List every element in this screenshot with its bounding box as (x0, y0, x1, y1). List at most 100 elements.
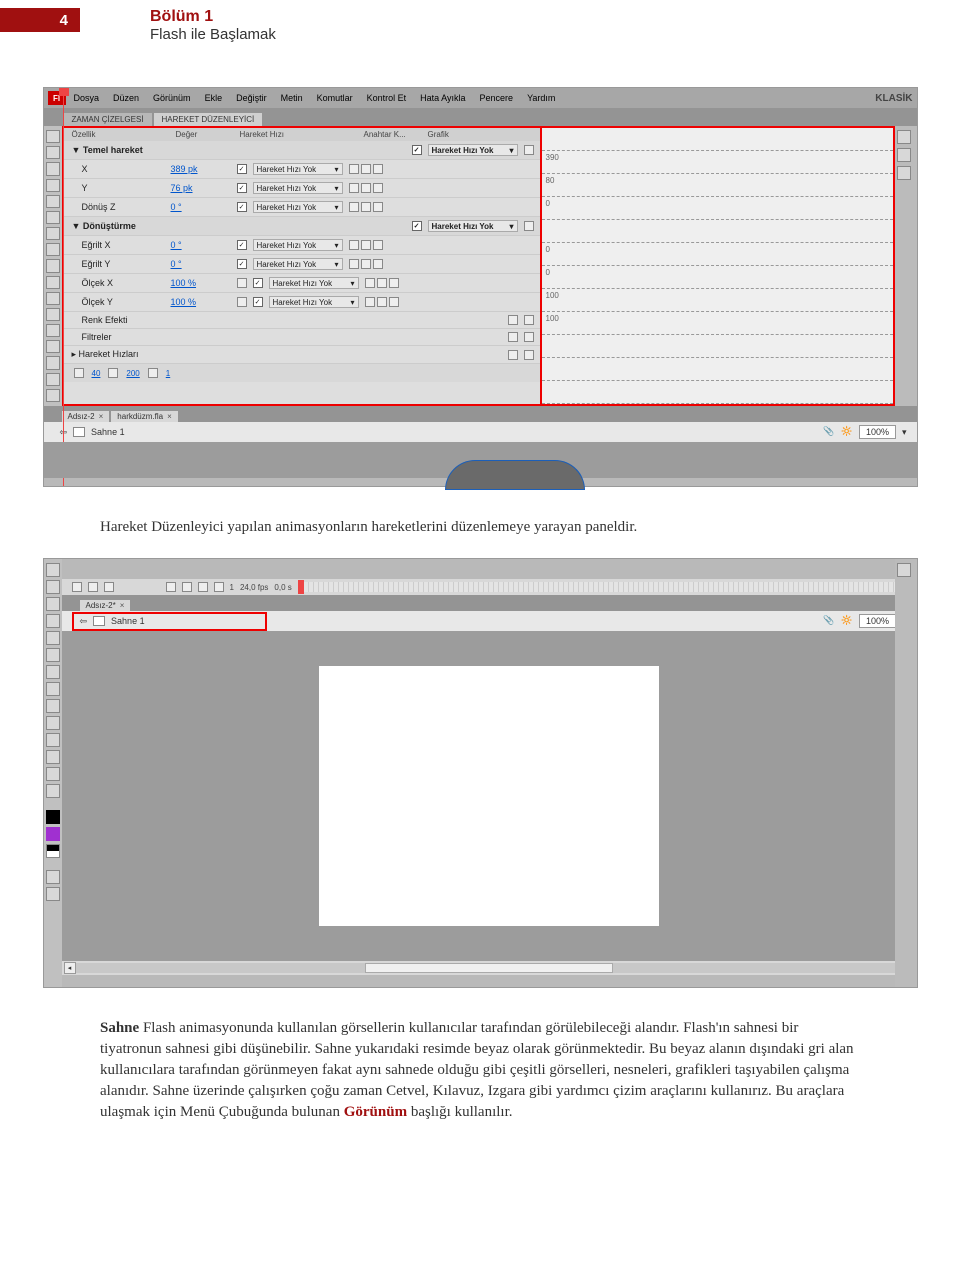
ease-dropdown[interactable]: Hareket Hızı Yok▾ (428, 144, 518, 156)
add-key-icon[interactable] (377, 297, 387, 307)
eraser-tool-icon[interactable] (46, 750, 60, 764)
next-key-icon[interactable] (373, 240, 383, 250)
checkbox-icon[interactable]: ✓ (253, 278, 263, 288)
checkbox-icon[interactable]: ✓ (412, 221, 422, 231)
text-tool-icon[interactable] (46, 597, 60, 611)
prev-key-icon[interactable] (365, 278, 375, 288)
tab-timeline[interactable]: ZAMAN ÇİZELGESİ (64, 113, 152, 126)
prev-key-icon[interactable] (349, 240, 359, 250)
menu-insert[interactable]: Ekle (199, 91, 229, 105)
playhead-icon[interactable] (59, 88, 63, 486)
value-y[interactable]: 76 pk (171, 183, 231, 193)
lasso-tool-icon[interactable] (46, 179, 60, 192)
graph-row-skewx[interactable]: 0 (542, 243, 893, 266)
value-skewx[interactable]: 0 ° (171, 240, 231, 250)
ease-dropdown[interactable]: Hareket Hızı Yok▾ (428, 220, 518, 232)
eyedropper-tool-icon[interactable] (46, 340, 60, 353)
checkbox-icon[interactable]: ✓ (237, 202, 247, 212)
line-tool-icon[interactable] (46, 614, 60, 628)
checkbox-icon[interactable]: ✓ (412, 145, 422, 155)
menu-debug[interactable]: Hata Ayıkla (414, 91, 471, 105)
checkbox-icon[interactable]: ✓ (253, 297, 263, 307)
close-icon[interactable]: × (99, 412, 104, 421)
graph-row[interactable] (542, 335, 893, 358)
menu-view[interactable]: Görünüm (147, 91, 197, 105)
menu-window[interactable]: Pencere (474, 91, 520, 105)
menu-edit[interactable]: Düzen (107, 91, 145, 105)
checkbox-icon[interactable]: ✓ (237, 183, 247, 193)
minus-icon[interactable] (508, 315, 518, 325)
library-panel-icon[interactable] (897, 148, 911, 162)
paint-bucket-tool-icon[interactable] (46, 324, 60, 337)
tab-motion-editor[interactable]: HAREKET DÜZENLEYİCİ (154, 113, 263, 126)
selection-tool-icon[interactable] (46, 130, 60, 143)
link-icon[interactable] (237, 297, 247, 307)
free-transform-tool-icon[interactable] (46, 162, 60, 175)
ease-dropdown[interactable]: Hareket Hızı Yok▾ (269, 296, 359, 308)
paint-bucket-tool-icon[interactable] (46, 716, 60, 730)
viewable-frames-icon[interactable] (148, 368, 158, 378)
edit-scene-icon[interactable]: 📎 (823, 426, 835, 438)
workspace-selector[interactable]: KLASİK (875, 93, 912, 104)
graph-row[interactable] (542, 128, 893, 151)
text-tool-icon[interactable] (46, 211, 60, 224)
subselection-tool-icon[interactable] (46, 146, 60, 159)
row-filters[interactable]: Filtreler (64, 329, 540, 346)
graph-size-value[interactable]: 40 (92, 369, 101, 378)
stroke-color-swatch[interactable] (46, 810, 60, 824)
modify-markers-icon[interactable] (214, 582, 224, 592)
back-arrow-icon[interactable]: ⇦ (80, 616, 88, 627)
expanded-size-value[interactable]: 200 (126, 369, 139, 378)
graph-row-y[interactable]: 80 (542, 174, 893, 197)
eraser-tool-icon[interactable] (46, 356, 60, 369)
hand-tool-icon[interactable] (46, 373, 60, 386)
plus-icon[interactable] (524, 315, 534, 325)
trash-icon[interactable] (104, 582, 114, 592)
brush-tool-icon[interactable] (46, 665, 60, 679)
zoom-tool-icon[interactable] (46, 784, 60, 798)
row-transform[interactable]: ▼ Dönüştürme ✓ Hareket Hızı Yok▾ (64, 217, 540, 236)
onion-skin-outline-icon[interactable] (182, 582, 192, 592)
zoom-tool-icon[interactable] (46, 389, 60, 402)
edit-multiple-icon[interactable] (198, 582, 208, 592)
row-color-effect[interactable]: Renk Efekti (64, 312, 540, 329)
menu-commands[interactable]: Komutlar (311, 91, 359, 105)
menu-control[interactable]: Kontrol Et (361, 91, 413, 105)
doc-tab-file[interactable]: harkdüzm.fla× (111, 411, 177, 422)
color-panel-icon[interactable] (897, 166, 911, 180)
value-x[interactable]: 389 pk (171, 164, 231, 174)
pencil-tool-icon[interactable] (46, 259, 60, 272)
add-key-icon[interactable] (361, 164, 371, 174)
plus-icon[interactable] (524, 350, 534, 360)
prev-key-icon[interactable] (365, 297, 375, 307)
row-basic-motion[interactable]: ▼ Temel hareket ✓ Hareket Hızı Yok▾ (64, 141, 540, 160)
checkbox-icon[interactable]: ✓ (237, 259, 247, 269)
properties-panel-icon[interactable] (897, 130, 911, 144)
deco-tool-icon[interactable] (46, 682, 60, 696)
snap-tool-icon[interactable] (46, 870, 60, 884)
ease-dropdown[interactable]: Hareket Hızı Yok▾ (269, 277, 359, 289)
pen-tool-icon[interactable] (46, 580, 60, 594)
zoom-dropdown-arrow-icon[interactable]: ▾ (902, 427, 907, 438)
eyedropper-tool-icon[interactable] (46, 733, 60, 747)
zoom-level[interactable]: 100% (859, 425, 896, 439)
add-key-icon[interactable] (361, 240, 371, 250)
onion-skin-icon[interactable] (166, 582, 176, 592)
next-key-icon[interactable] (373, 259, 383, 269)
brush-tool-icon[interactable] (46, 276, 60, 289)
scrollbar-track[interactable] (76, 963, 903, 973)
reset-icon[interactable] (524, 145, 534, 155)
prev-key-icon[interactable] (349, 183, 359, 193)
value-scaley[interactable]: 100 % (171, 297, 231, 307)
ease-dropdown[interactable]: Hareket Hızı Yok▾ (253, 163, 343, 175)
horizontal-scrollbar[interactable]: ◂ ▸ (62, 961, 917, 975)
checkbox-icon[interactable]: ✓ (237, 164, 247, 174)
graph-row-scalex[interactable]: 100 (542, 289, 893, 312)
layer-icon[interactable] (72, 582, 82, 592)
edit-scene-icon[interactable]: 📎 (823, 615, 835, 627)
line-tool-icon[interactable] (46, 227, 60, 240)
edit-symbol-icon[interactable]: 🔆 (841, 426, 853, 438)
scrollbar-thumb[interactable] (365, 963, 613, 973)
row-eases[interactable]: ▸ Hareket Hızları (64, 346, 540, 364)
zoom-level[interactable]: 100% (859, 614, 896, 628)
